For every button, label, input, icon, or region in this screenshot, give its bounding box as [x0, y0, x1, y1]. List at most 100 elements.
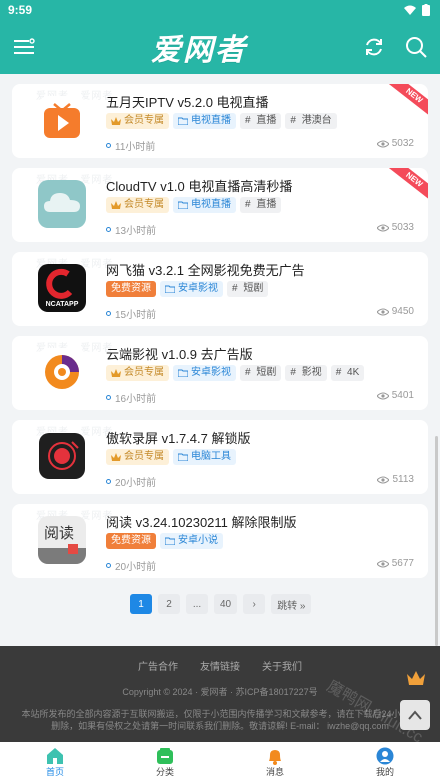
nav-profile[interactable]: 我的: [355, 747, 415, 778]
bottom-nav: 首页 分类 消息 我的: [0, 742, 440, 782]
view-count: 5401: [376, 390, 414, 401]
item-title[interactable]: 网飞猫 v3.2.1 全网影视免费无广告: [106, 260, 305, 279]
page-last-button[interactable]: 40: [214, 594, 238, 614]
post-time: 20小时前: [106, 558, 156, 573]
access-tag: 会员专属: [106, 449, 169, 465]
tag-row: 会员专属 电视直播 # 直播 # 港澳台: [106, 113, 337, 129]
vip-crown-icon[interactable]: [406, 670, 426, 688]
keyword-tag[interactable]: # 直播: [240, 113, 282, 129]
footer-link[interactable]: 友情链接: [200, 658, 240, 673]
category-tag[interactable]: 电视直播: [173, 113, 236, 129]
search-icon[interactable]: [404, 35, 428, 59]
access-tag: 会员专属: [106, 365, 169, 381]
keyword-tag[interactable]: # 港澳台: [285, 113, 337, 129]
page-1-button[interactable]: 1: [130, 594, 152, 614]
crown-icon: [111, 201, 121, 209]
thumb-label: 阅读: [44, 524, 75, 542]
nav-home[interactable]: 首页: [25, 747, 85, 778]
view-count: 5033: [376, 222, 414, 233]
nav-label: 消息: [265, 766, 284, 777]
access-tag: 免费资源: [106, 281, 156, 297]
page-2-button[interactable]: 2: [158, 594, 180, 614]
item-title[interactable]: CloudTV v1.0 电视直播高清秒播: [106, 176, 292, 195]
keyword-tag[interactable]: # 直播: [240, 197, 282, 213]
screen-recorder-logo-icon: [39, 433, 85, 479]
battery-icon: [422, 4, 430, 16]
scrollbar[interactable]: [435, 436, 438, 646]
item-title[interactable]: 傲软录屏 v1.7.4.7 解锁版: [106, 428, 250, 447]
tag-row: 免费资源 安卓影视 # 短剧: [106, 281, 269, 297]
folder-icon: [178, 201, 188, 209]
category-icon: [157, 747, 173, 764]
item-title[interactable]: 五月天IPTV v5.2.0 电视直播: [106, 92, 269, 111]
post-time: 20小时前: [106, 474, 156, 489]
access-tag: 免费资源: [106, 533, 156, 549]
category-tag[interactable]: 安卓影视: [173, 365, 236, 381]
category-tag[interactable]: 电脑工具: [173, 449, 236, 465]
app-thumbnail[interactable]: [38, 180, 86, 228]
keyword-tag[interactable]: # 短剧: [240, 365, 282, 381]
cloud-video-logo-icon: [45, 355, 79, 389]
new-badge: NEW: [386, 84, 428, 120]
app-thumbnail[interactable]: [38, 96, 86, 144]
eye-icon: [376, 308, 389, 315]
wifi-icon: [404, 5, 416, 15]
app-thumbnail[interactable]: [38, 348, 86, 396]
status-time: 9:59: [8, 3, 33, 17]
tag-row: 会员专属 电脑工具: [106, 449, 236, 465]
list-item[interactable]: 爱网者 爱网者 CloudTV v1.0 电视直播高清秒播 会员专属 电视直播 …: [12, 168, 428, 242]
thumb-label: NCATAPP: [45, 301, 79, 308]
keyword-tag[interactable]: # 4K: [330, 365, 365, 381]
list-item[interactable]: 爱网者 爱网者 阅读 阅读 v3.24.10230211 解除限制版 免费资源 …: [12, 504, 428, 578]
category-tag[interactable]: 电视直播: [173, 197, 236, 213]
chevron-up-icon: [408, 710, 422, 720]
list-item[interactable]: 爱网者 爱网者 五月天IPTV v5.2.0 电视直播 会员专属 电视直播 # …: [12, 84, 428, 158]
folder-icon: [165, 285, 175, 293]
user-icon: [376, 747, 394, 764]
keyword-tag[interactable]: # 影视: [285, 365, 327, 381]
access-tag: 会员专属: [106, 197, 169, 213]
menu-icon[interactable]: [12, 35, 36, 59]
clock-icon: [106, 395, 111, 400]
eye-icon: [376, 224, 389, 231]
home-icon: [47, 747, 63, 764]
refresh-icon[interactable]: [362, 35, 386, 59]
folder-icon: [178, 453, 188, 461]
item-title[interactable]: 云端影视 v1.0.9 去广告版: [106, 344, 253, 363]
back-to-top-button[interactable]: [400, 700, 430, 730]
nav-label: 我的: [375, 766, 394, 777]
nav-label: 分类: [155, 766, 174, 777]
site-logo[interactable]: 爱网者: [151, 25, 247, 69]
app-thumbnail[interactable]: [38, 432, 86, 480]
tv-app-logo-icon: [44, 103, 80, 138]
crown-icon: [111, 369, 121, 377]
folder-icon: [178, 369, 188, 377]
nav-messages[interactable]: 消息: [245, 747, 305, 778]
nav-category[interactable]: 分类: [135, 747, 195, 778]
list-item[interactable]: 爱网者 爱网者 云端影视 v1.0.9 去广告版 会员专属 安卓影视 # 短剧 …: [12, 336, 428, 410]
app-header: 爱网者: [0, 20, 440, 74]
post-list: 爱网者 爱网者 五月天IPTV v5.2.0 电视直播 会员专属 电视直播 # …: [0, 74, 440, 644]
site-footer: 广告合作 友情链接 关于我们 Copyright © 2024 · 爱网者 · …: [0, 646, 440, 746]
post-time: 15小时前: [106, 306, 156, 321]
keyword-tag[interactable]: # 短剧: [227, 281, 269, 297]
next-page-button[interactable]: ›: [243, 594, 266, 614]
view-count: 9450: [376, 306, 414, 317]
jump-button[interactable]: 跳转 »: [271, 594, 312, 614]
category-tag[interactable]: 安卓小说: [160, 533, 223, 549]
new-badge: NEW: [386, 168, 428, 204]
footer-link[interactable]: 广告合作: [138, 658, 178, 673]
view-count: 5113: [377, 474, 414, 485]
post-time: 11小时前: [106, 138, 155, 153]
post-time: 16小时前: [106, 390, 156, 405]
tag-row: 免费资源 安卓小说: [106, 533, 223, 549]
list-item[interactable]: 爱网者 爱网者 傲软录屏 v1.7.4.7 解锁版 会员专属 电脑工具 20小时…: [12, 420, 428, 494]
eye-icon: [376, 560, 389, 567]
category-tag[interactable]: 安卓影视: [160, 281, 223, 297]
app-thumbnail[interactable]: NCATAPP: [38, 264, 86, 312]
app-thumbnail[interactable]: 阅读: [38, 516, 86, 564]
footer-link[interactable]: 关于我们: [262, 658, 302, 673]
item-title[interactable]: 阅读 v3.24.10230211 解除限制版: [106, 512, 297, 531]
list-item[interactable]: 爱网者 爱网者 NCATAPP 网飞猫 v3.2.1 全网影视免费无广告 免费资…: [12, 252, 428, 326]
post-time: 13小时前: [106, 222, 156, 237]
